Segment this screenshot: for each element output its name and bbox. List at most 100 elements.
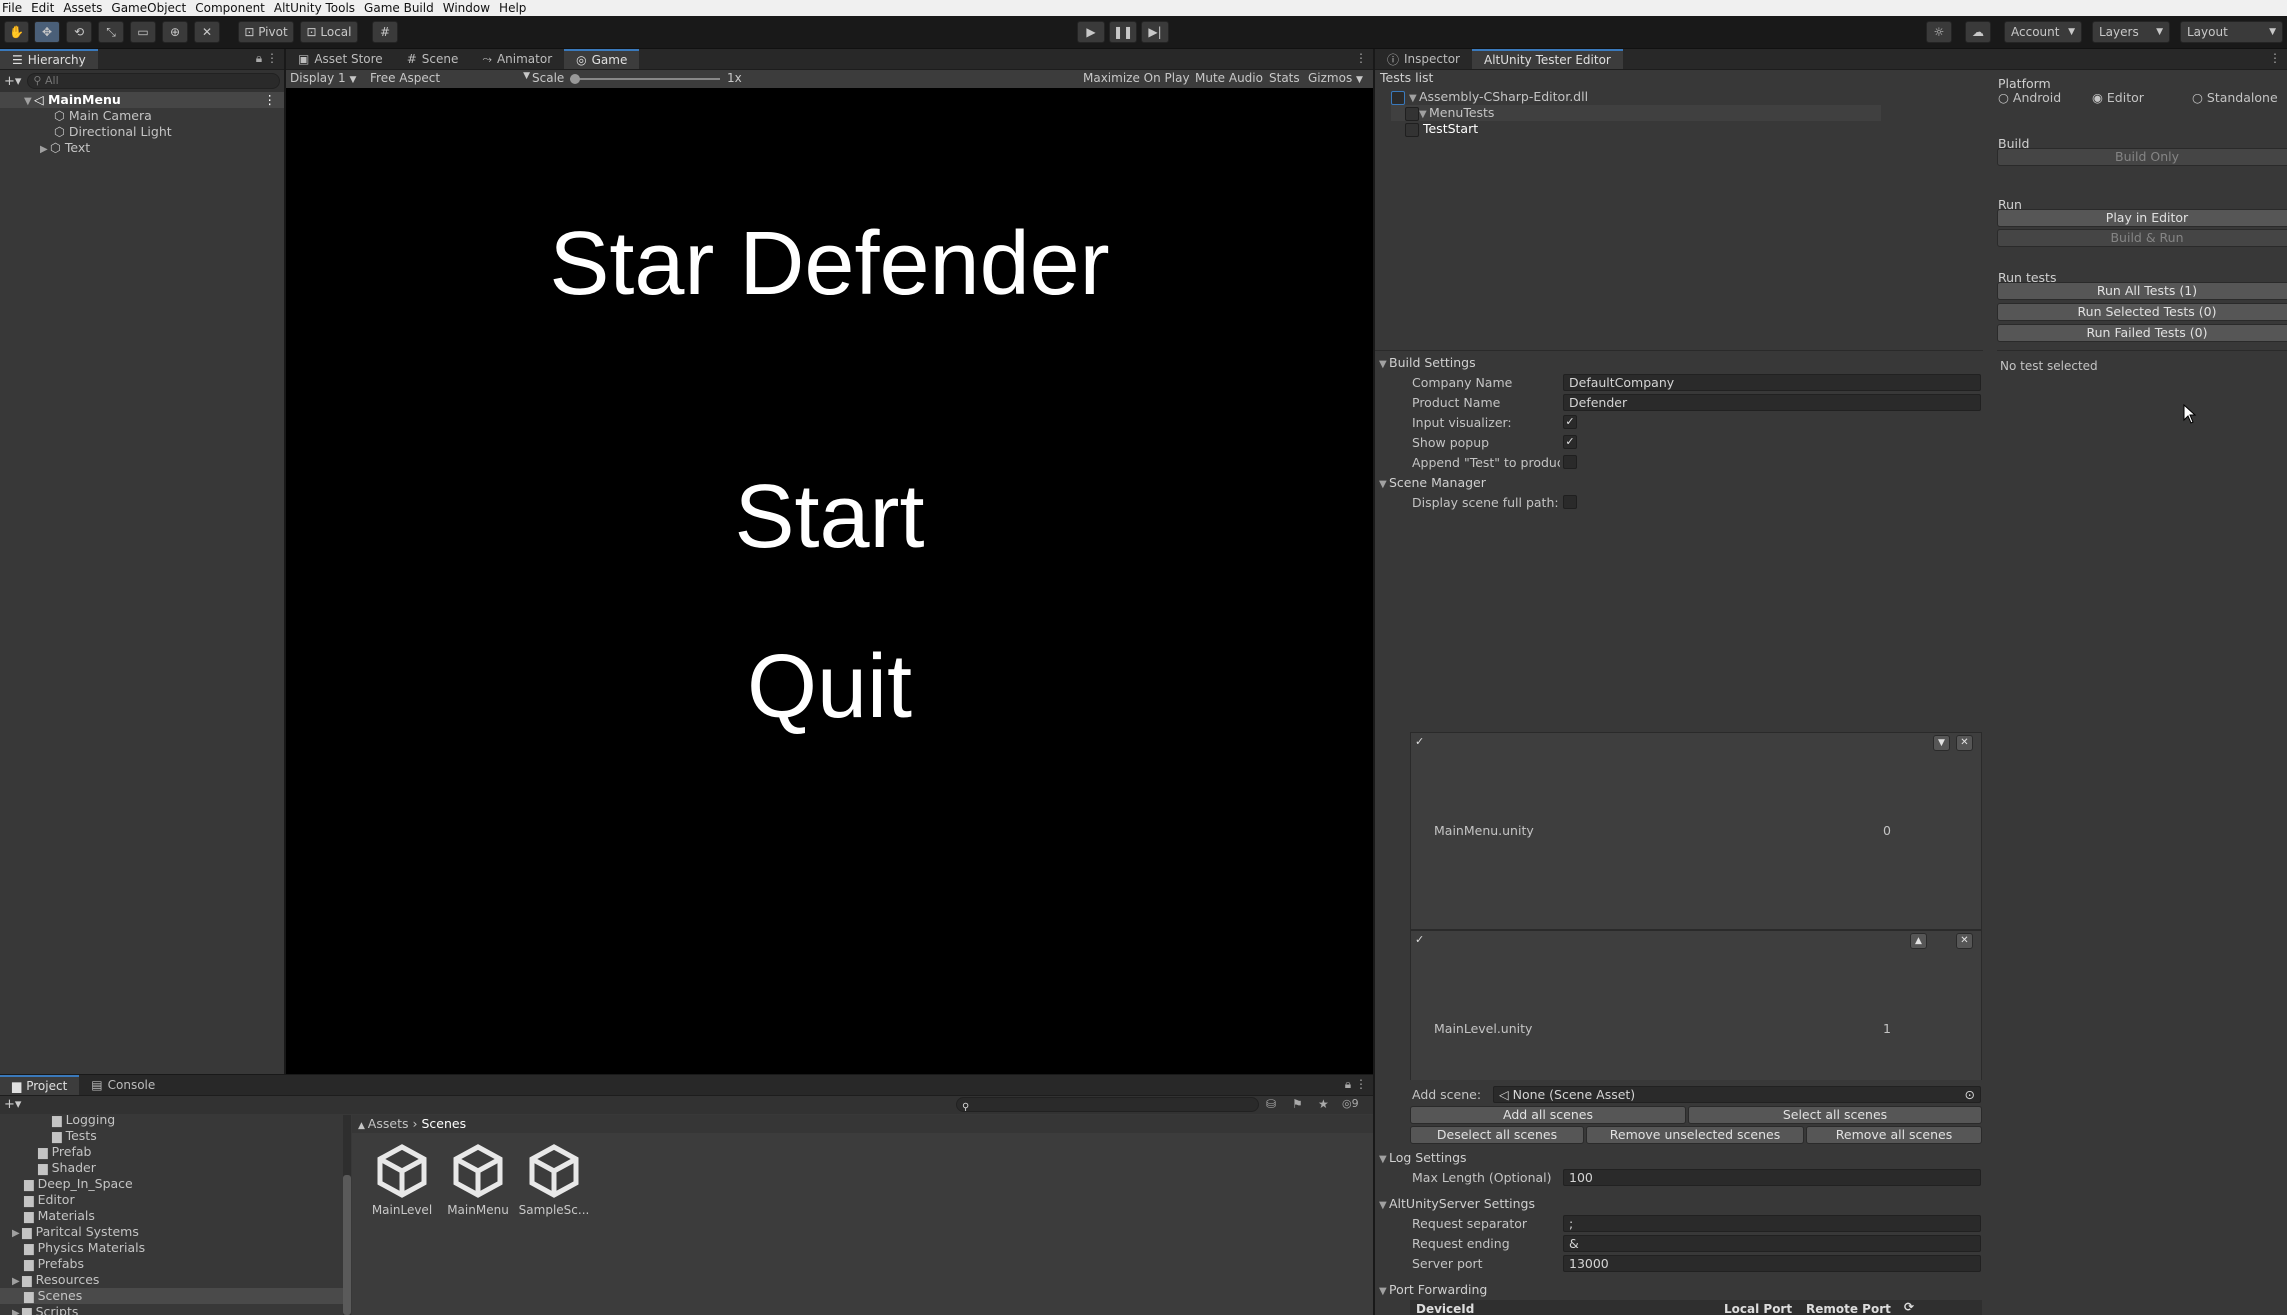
assembly-checkbox[interactable] xyxy=(1391,90,1405,105)
rect-tool-icon[interactable]: ▭ xyxy=(130,21,156,43)
test-checkbox[interactable] xyxy=(1405,122,1419,137)
platform-standalone-radio[interactable]: ○ Standalone xyxy=(2192,90,2278,106)
tab-game[interactable]: ◎ Game xyxy=(564,49,640,69)
services-icon[interactable]: ☼ xyxy=(1926,21,1952,43)
folder-item[interactable]: ▶ ▆ Scripts xyxy=(0,1304,343,1315)
filter-label-icon[interactable]: ⚑ xyxy=(1292,1097,1303,1111)
server-settings-foldout[interactable]: ▼ AltUnityServer Settings xyxy=(1379,1196,1535,1212)
hierarchy-item[interactable]: ⬡ Directional Light xyxy=(0,124,284,140)
favorite-icon[interactable]: ★ xyxy=(1318,1097,1329,1111)
start-button[interactable]: Start xyxy=(286,466,1373,569)
hand-tool-icon[interactable]: ✋ xyxy=(4,21,29,43)
folder-item[interactable]: ▆ Shader xyxy=(0,1160,343,1176)
tab-animator[interactable]: ⤳ Animator xyxy=(470,49,564,69)
folder-item[interactable]: ▆ Physics Materials xyxy=(0,1240,343,1256)
project-search-input[interactable]: ⚲ xyxy=(956,1097,1259,1112)
more-icon[interactable]: ⋮ xyxy=(1349,49,1373,69)
platform-android-radio[interactable]: ○ Android xyxy=(1998,90,2061,106)
display-dropdown[interactable]: Display 1 ▼ xyxy=(290,71,356,85)
step-button[interactable]: ▶| xyxy=(1141,21,1169,43)
hierarchy-item[interactable]: ▶ ⬡ Text xyxy=(0,140,284,156)
layout-dropdown[interactable]: Layout ▼ xyxy=(2180,21,2283,43)
breadcrumb-scenes[interactable]: Scenes xyxy=(421,1116,466,1131)
menu-help[interactable]: Help xyxy=(497,1,533,15)
scene-include-checkbox[interactable]: ✓ xyxy=(1415,735,1424,748)
build-and-run-button[interactable]: Build & Run xyxy=(1997,229,2287,247)
object-picker-icon[interactable]: ⊙ xyxy=(1965,1087,1975,1102)
full-path-checkbox[interactable] xyxy=(1563,495,1577,509)
tab-altunity-tester-editor[interactable]: AltUnity Tester Editor xyxy=(1472,49,1623,69)
asset-tile[interactable]: SampleSc... xyxy=(514,1143,594,1217)
scale-tool-icon[interactable]: ⤡ xyxy=(98,21,124,43)
remove-all-scenes-button[interactable]: Remove all scenes xyxy=(1806,1126,1982,1144)
tab-asset-store[interactable]: ▣ Asset Store xyxy=(286,49,395,69)
asset-tile[interactable]: MainMenu xyxy=(438,1143,518,1217)
show-popup-checkbox[interactable]: ✓ xyxy=(1563,435,1577,449)
test-case-row[interactable]: TestStart xyxy=(1391,121,1478,137)
tab-scene[interactable]: # Scene xyxy=(395,49,471,69)
folder-item[interactable]: ▆ Prefabs xyxy=(0,1256,343,1272)
aspect-dropdown[interactable]: Free Aspect ▼ xyxy=(370,71,530,85)
remove-scene-icon[interactable]: ✕ xyxy=(1956,933,1973,949)
layers-dropdown[interactable]: Layers ▼ xyxy=(2092,21,2170,43)
lock-icon[interactable]: 🔒︎ ⋮ xyxy=(1339,1075,1373,1095)
menu-edit[interactable]: Edit xyxy=(29,1,61,15)
maximize-on-play-toggle[interactable]: Maximize On Play xyxy=(1083,71,1190,85)
create-icon[interactable]: +▾ xyxy=(4,1097,21,1112)
transform-tool-icon[interactable]: ⊕ xyxy=(162,21,188,43)
account-dropdown[interactable]: Account ▼ xyxy=(2004,21,2082,43)
platform-editor-radio[interactable]: ◉ Editor xyxy=(2092,90,2144,106)
mute-audio-toggle[interactable]: Mute Audio xyxy=(1195,71,1263,85)
scene-manager-foldout[interactable]: ▼ Scene Manager xyxy=(1379,475,1486,491)
test-assembly-row[interactable]: ▼ Assembly-CSharp-Editor.dll xyxy=(1391,89,1588,105)
request-separator-input[interactable]: ; xyxy=(1563,1215,1981,1232)
tab-inspector[interactable]: ⓘ Inspector xyxy=(1375,49,1472,69)
menu-assets[interactable]: Assets xyxy=(61,1,109,15)
add-icon[interactable]: +▾ xyxy=(4,74,21,89)
hidden-packages-toggle[interactable]: ◎9 xyxy=(1342,1097,1359,1110)
play-button[interactable]: ▶ xyxy=(1077,21,1105,43)
tree-scrollbar[interactable] xyxy=(343,1115,351,1315)
menu-game-build[interactable]: Game Build xyxy=(362,1,441,15)
product-name-input[interactable]: Defender xyxy=(1563,394,1981,411)
quit-button[interactable]: Quit xyxy=(286,636,1373,739)
company-name-input[interactable]: DefaultCompany xyxy=(1563,374,1981,391)
folder-item[interactable]: ▆ Prefab xyxy=(0,1144,343,1160)
folder-item[interactable]: ▆ Editor xyxy=(0,1192,343,1208)
breadcrumb-assets[interactable]: Assets xyxy=(368,1116,409,1131)
scene-row[interactable]: ▼ ◁ MainMenu ⋮ xyxy=(0,92,284,108)
more-icon[interactable]: ⋮ xyxy=(2263,49,2287,69)
grid-snap-icon[interactable]: # xyxy=(372,21,398,43)
menu-file[interactable]: File xyxy=(0,1,29,15)
run-all-tests-button[interactable]: Run All Tests (1) xyxy=(1997,282,2287,300)
gizmos-dropdown[interactable]: Gizmos ▼ xyxy=(1308,71,1363,85)
custom-tool-icon[interactable]: ✕ xyxy=(194,21,220,43)
add-scene-field[interactable]: ◁ None (Scene Asset) ⊙ xyxy=(1493,1086,1981,1103)
folder-item[interactable]: ▶ ▆ Paritcal Systems xyxy=(0,1224,343,1240)
add-all-scenes-button[interactable]: Add all scenes xyxy=(1410,1106,1686,1124)
filter-type-icon[interactable]: ⛁ xyxy=(1266,1097,1276,1111)
folder-item[interactable]: ▆ Materials xyxy=(0,1208,343,1224)
append-test-checkbox[interactable] xyxy=(1563,455,1577,469)
game-viewport[interactable]: Star Defender Start Quit xyxy=(286,88,1373,1074)
lock-icon[interactable]: 🔒︎ ⋮ xyxy=(250,49,284,69)
folder-item[interactable]: ▆ Deep_In_Space xyxy=(0,1176,343,1192)
build-settings-foldout[interactable]: ▼ Build Settings xyxy=(1379,355,1476,371)
server-port-input[interactable]: 13000 xyxy=(1563,1255,1981,1272)
remove-scene-icon[interactable]: ✕ xyxy=(1956,735,1973,751)
max-length-input[interactable]: 100 xyxy=(1563,1169,1981,1186)
tab-console[interactable]: ▤ Console xyxy=(79,1075,167,1095)
local-toggle[interactable]: ⊡ Local xyxy=(300,21,358,43)
tab-project[interactable]: ▆ Project xyxy=(0,1075,80,1095)
stats-toggle[interactable]: Stats xyxy=(1269,71,1300,85)
refresh-icon[interactable]: ⟳ xyxy=(1904,1300,1914,1314)
menu-window[interactable]: Window xyxy=(441,1,497,15)
pivot-toggle[interactable]: ⊡ Pivot xyxy=(238,21,294,43)
play-in-editor-button[interactable]: Play in Editor xyxy=(1997,209,2287,227)
asset-tile[interactable]: MainLevel xyxy=(362,1143,442,1217)
request-ending-input[interactable]: & xyxy=(1563,1235,1981,1252)
suite-checkbox[interactable] xyxy=(1405,106,1419,121)
build-only-button[interactable]: Build Only xyxy=(1997,148,2287,166)
folder-item[interactable]: ▆ Logging xyxy=(0,1115,343,1128)
hierarchy-item[interactable]: ⬡ Main Camera xyxy=(0,108,284,124)
